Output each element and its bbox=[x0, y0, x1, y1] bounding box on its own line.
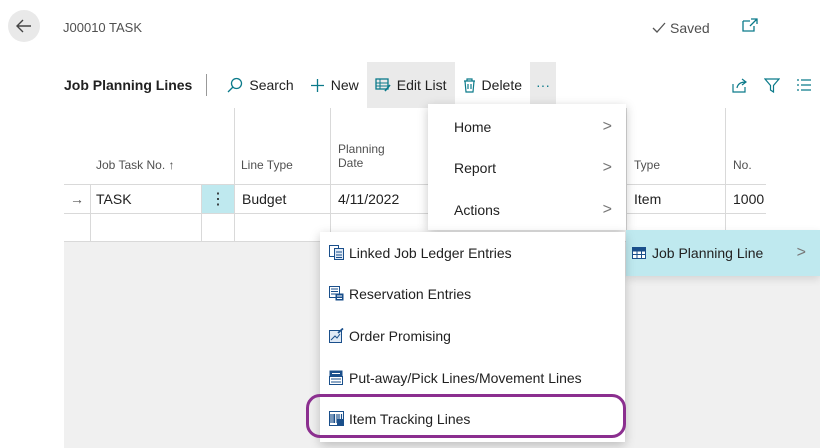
menu-item-report-label: Report bbox=[454, 160, 497, 176]
column-header-line-type[interactable]: Line Type bbox=[241, 158, 293, 172]
ledger-entries-icon bbox=[329, 245, 344, 260]
menu-item-actions-label: Actions bbox=[454, 202, 500, 218]
chevron-right-icon: > bbox=[602, 159, 612, 176]
column-header-job-task-no[interactable]: Job Task No. ↑ bbox=[96, 158, 174, 172]
action-bar: Job Planning Lines Search New Edit List … bbox=[64, 62, 820, 108]
edit-list-icon bbox=[375, 78, 391, 92]
edit-list-label: Edit List bbox=[396, 77, 447, 93]
new-button[interactable]: New bbox=[302, 62, 367, 108]
column-header-planning-date-line2: Date bbox=[338, 156, 364, 170]
more-options-icon: ··· bbox=[536, 77, 551, 93]
chevron-right-icon: > bbox=[796, 244, 806, 261]
reservation-icon bbox=[329, 286, 344, 301]
more-options-button[interactable]: ··· bbox=[530, 62, 557, 108]
open-new-window-icon bbox=[742, 18, 758, 32]
menu-item-label: Order Promising bbox=[349, 328, 451, 344]
filter-button[interactable] bbox=[756, 62, 788, 108]
column-header-planning-date[interactable]: Planning Date bbox=[338, 142, 385, 170]
cell-line-type[interactable]: Budget bbox=[242, 191, 286, 207]
saved-label: Saved bbox=[670, 20, 710, 36]
arrow-left-icon bbox=[16, 19, 31, 33]
saved-status: Saved bbox=[652, 20, 710, 36]
actionbar-title[interactable]: Job Planning Lines bbox=[64, 77, 206, 93]
delete-label: Delete bbox=[481, 77, 523, 93]
new-label: New bbox=[330, 77, 359, 93]
delete-button[interactable]: Delete bbox=[455, 62, 530, 108]
table-icon bbox=[632, 247, 646, 259]
page-title: J00010 TASK bbox=[63, 20, 143, 35]
more-options-menu: Home > Report > Actions > bbox=[428, 104, 626, 230]
trash-icon bbox=[463, 77, 475, 93]
open-new-window-button[interactable] bbox=[742, 18, 758, 37]
menu-item-put-away-pick-lines[interactable]: Put-away/Pick Lines/Movement Lines bbox=[320, 358, 625, 398]
table-row[interactable]: → TASK ⋮ Budget 4/11/2022 Item 1000 bbox=[64, 184, 766, 242]
column-divider bbox=[90, 213, 91, 241]
chevron-right-icon: > bbox=[602, 201, 612, 218]
filter-icon bbox=[764, 77, 780, 93]
menu-item-report[interactable]: Report > bbox=[428, 148, 626, 188]
cell-no[interactable]: 1000 bbox=[733, 191, 764, 207]
menu-item-home[interactable]: Home > bbox=[428, 107, 626, 147]
row-indicator-icon: → bbox=[70, 191, 84, 207]
search-button[interactable]: Search bbox=[219, 62, 301, 108]
cell-job-task-no[interactable]: TASK bbox=[96, 191, 132, 207]
order-promising-icon bbox=[329, 328, 344, 343]
row-actions-button[interactable]: ⋮ bbox=[202, 185, 234, 213]
highlight-annotation-ring bbox=[306, 394, 626, 438]
chevron-right-icon: > bbox=[602, 118, 612, 135]
menu-item-order-promising[interactable]: Order Promising bbox=[320, 316, 625, 356]
edit-list-button[interactable]: Edit List bbox=[366, 62, 455, 108]
column-header-no[interactable]: No. bbox=[733, 158, 752, 172]
cell-planning-date[interactable]: 4/11/2022 bbox=[338, 191, 399, 207]
menu-item-linked-job-ledger-entries[interactable]: Linked Job Ledger Entries bbox=[320, 233, 625, 273]
menu-item-label: Reservation Entries bbox=[349, 286, 472, 302]
column-header-type[interactable]: Type bbox=[634, 158, 660, 172]
search-icon bbox=[227, 77, 243, 93]
menu-item-home-label: Home bbox=[454, 119, 492, 135]
list-icon bbox=[797, 79, 811, 91]
plus-icon bbox=[310, 78, 324, 92]
menu-item-label: Put-away/Pick Lines/Movement Lines bbox=[349, 370, 582, 386]
menu-item-label: Linked Job Ledger Entries bbox=[349, 245, 512, 261]
share-icon bbox=[732, 78, 747, 93]
list-view-button[interactable] bbox=[788, 62, 820, 108]
submenu-item-label: Job Planning Line bbox=[652, 245, 764, 261]
back-button[interactable] bbox=[8, 10, 40, 42]
cell-type[interactable]: Item bbox=[634, 191, 661, 207]
divider bbox=[206, 74, 208, 96]
menu-item-reservation-entries[interactable]: Reservation Entries bbox=[320, 274, 625, 314]
column-header-planning-date-line1: Planning bbox=[338, 142, 385, 156]
menu-item-actions[interactable]: Actions > bbox=[428, 190, 626, 230]
search-label: Search bbox=[249, 77, 294, 93]
share-button[interactable] bbox=[724, 62, 756, 108]
warehouse-lines-icon bbox=[329, 370, 343, 385]
submenu-item-job-planning-line[interactable]: Job Planning Line > bbox=[626, 230, 820, 276]
checkmark-icon bbox=[652, 22, 666, 33]
column-divider bbox=[201, 213, 202, 241]
